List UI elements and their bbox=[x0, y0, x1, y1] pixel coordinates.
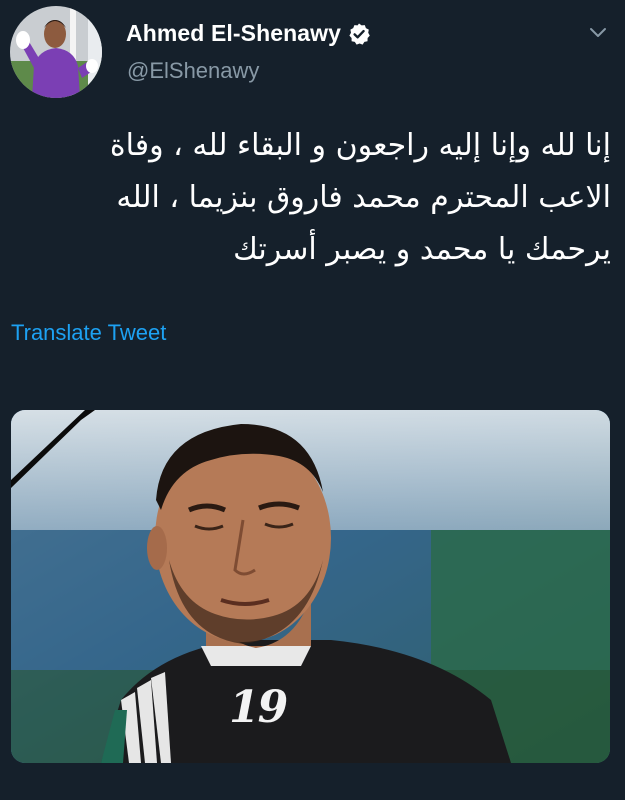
tweet-text-line: الاعب المحترم محمد فاروق بنزيما ، الله bbox=[116, 180, 611, 215]
author-name-row: Ahmed El-Shenawy bbox=[126, 20, 371, 47]
tweet-text-line: إنا لله وإنا إليه راجعون و البقاء لله ، … bbox=[109, 128, 611, 163]
jersey-number: 19 bbox=[229, 682, 288, 733]
chevron-down-icon[interactable] bbox=[586, 20, 610, 44]
verified-badge-icon bbox=[347, 22, 371, 46]
tweet-text-line: يرحمك يا محمد و يصبر أسرتك bbox=[233, 232, 611, 267]
tweet-text: إنا لله وإنا إليه راجعون و البقاء لله ، … bbox=[21, 120, 611, 276]
author-display-name[interactable]: Ahmed El-Shenawy bbox=[126, 20, 341, 47]
goalkeeper-avatar-icon bbox=[10, 6, 102, 98]
author-avatar[interactable] bbox=[10, 6, 102, 98]
tweet-media-photo[interactable]: 19 bbox=[11, 410, 610, 763]
mourning-photo-icon bbox=[11, 410, 610, 763]
tweet-card: Ahmed El-Shenawy @ElShenawy إنا لله وإنا… bbox=[0, 0, 625, 800]
translate-tweet-link[interactable]: Translate Tweet bbox=[11, 320, 166, 346]
author-handle[interactable]: @ElShenawy bbox=[127, 58, 259, 84]
